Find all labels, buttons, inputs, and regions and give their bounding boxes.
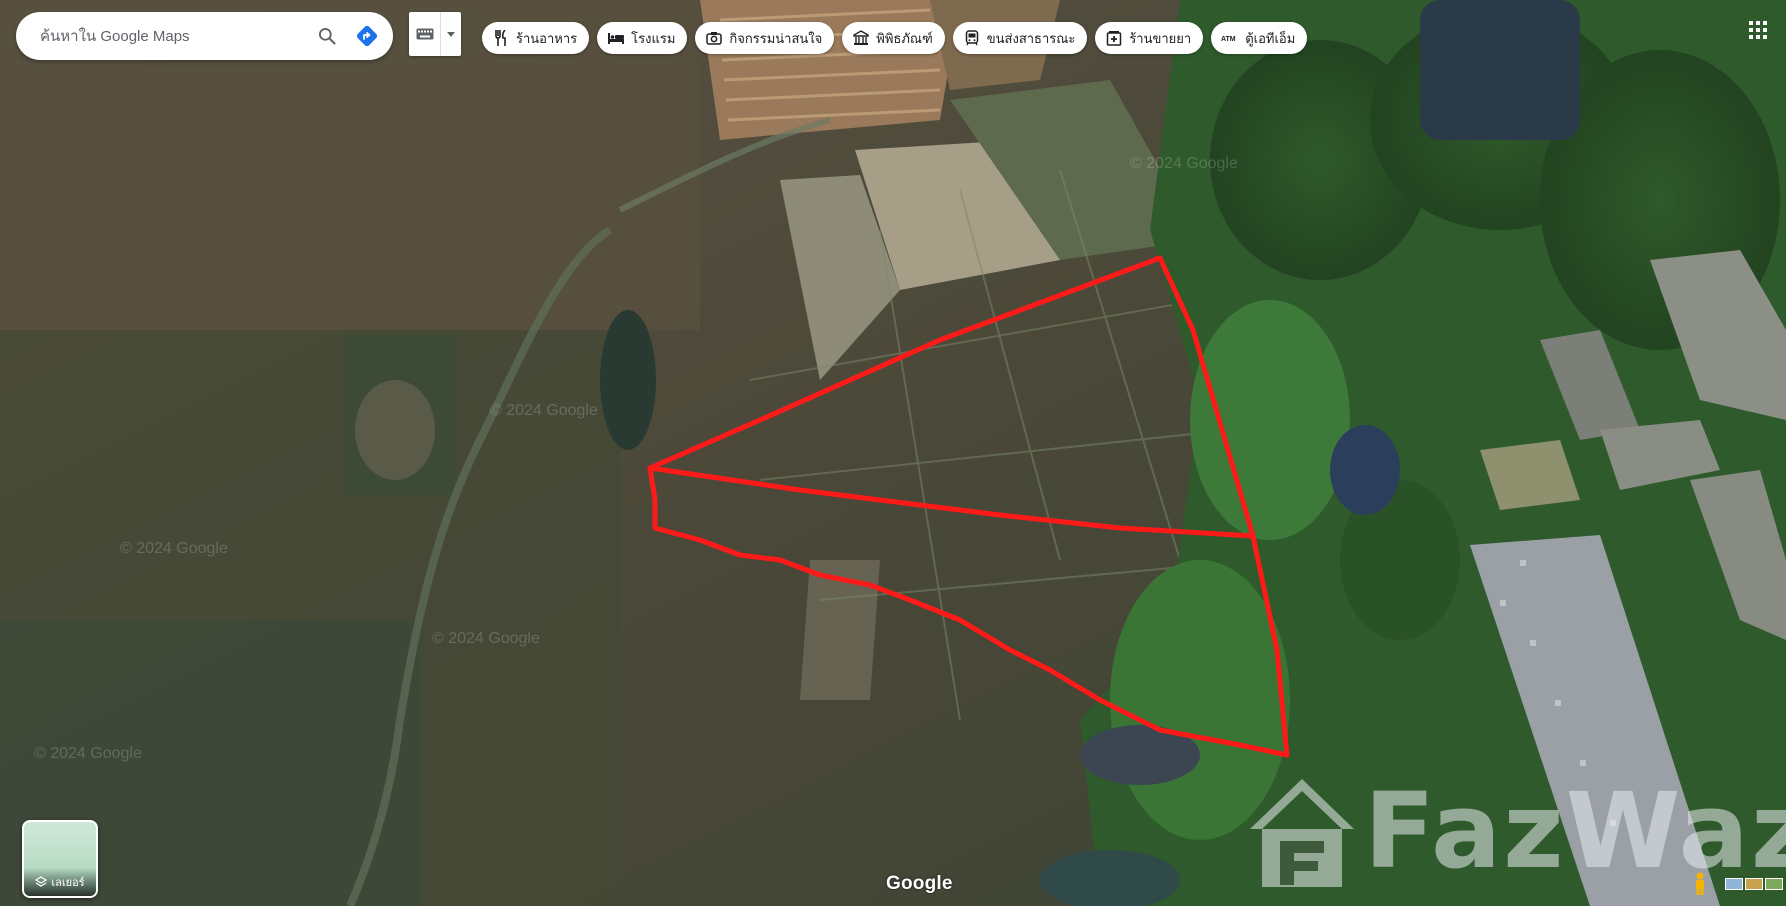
transit-icon	[963, 29, 981, 47]
category-chips: ร้านอาหาร โรงแรม กิจกรรมน่าสนใจ พิพิธภัณ…	[482, 22, 1308, 54]
google-logo: Google	[886, 873, 953, 894]
layers-label: เลเยอร์	[51, 877, 85, 889]
map-watermark: © 2024 Google	[34, 745, 142, 762]
search-box[interactable]: ค้นหาใน Google Maps	[16, 12, 393, 60]
chip-atms[interactable]: ATM ตู้เอทีเอ็ม	[1211, 22, 1308, 54]
chip-label: โรงแรม	[631, 30, 676, 46]
search-icon[interactable]	[307, 16, 347, 56]
chip-attractions[interactable]: กิจกรรมน่าสนใจ	[695, 22, 835, 54]
chip-label: ร้านอาหาร	[516, 30, 578, 46]
layers-icon	[35, 876, 48, 888]
input-tools-button[interactable]	[409, 12, 461, 56]
hotel-icon	[607, 29, 625, 47]
apps-grid-icon[interactable]	[1748, 20, 1768, 40]
chip-transit[interactable]: ขนส่งสาธารณะ	[952, 22, 1088, 54]
imagery-thumbnails[interactable]	[1725, 878, 1783, 890]
fazwaz-logo-icon	[1250, 779, 1354, 887]
museum-icon	[852, 29, 870, 47]
chip-label: พิพิธภัณฑ์	[876, 30, 933, 46]
chip-label: กิจกรรมน่าสนใจ	[729, 30, 823, 46]
chip-label: ขนส่งสาธารณะ	[986, 30, 1076, 46]
imagery-thumb[interactable]	[1765, 878, 1783, 890]
restaurant-icon	[492, 29, 510, 47]
search-input[interactable]: ค้นหาใน Google Maps	[40, 24, 307, 48]
chip-restaurants[interactable]: ร้านอาหาร	[482, 22, 590, 54]
imagery-thumb[interactable]	[1725, 878, 1743, 890]
imagery-thumb[interactable]	[1745, 878, 1763, 890]
layers-label-row: เลเยอร์	[24, 873, 96, 891]
layers-button[interactable]: เลเยอร์	[22, 820, 98, 898]
map-watermark: © 2024 Google	[432, 630, 540, 647]
pegman-icon[interactable]	[1693, 872, 1707, 896]
pharmacy-icon	[1105, 29, 1123, 47]
keyboard-icon[interactable]	[409, 12, 442, 56]
map-watermark: © 2024 Google	[1130, 155, 1238, 172]
chip-label: ตู้เอทีเอ็ม	[1245, 30, 1296, 46]
atm-icon: ATM	[1221, 29, 1239, 47]
dropdown-arrow-icon[interactable]	[441, 12, 461, 56]
directions-icon[interactable]	[347, 16, 387, 56]
chip-label: ร้านขายยา	[1129, 30, 1192, 46]
chip-hotels[interactable]: โรงแรม	[597, 22, 688, 54]
chip-pharmacies[interactable]: ร้านขายยา	[1095, 22, 1204, 54]
fazwaz-text: FazWaz	[1364, 770, 1786, 892]
camera-icon	[705, 29, 723, 47]
map-watermark: © 2024 Google	[490, 402, 598, 419]
map-watermark: © 2024 Google	[120, 540, 228, 557]
chip-museums[interactable]: พิพิธภัณฑ์	[842, 22, 945, 54]
svg-text:ATM: ATM	[1221, 36, 1236, 43]
